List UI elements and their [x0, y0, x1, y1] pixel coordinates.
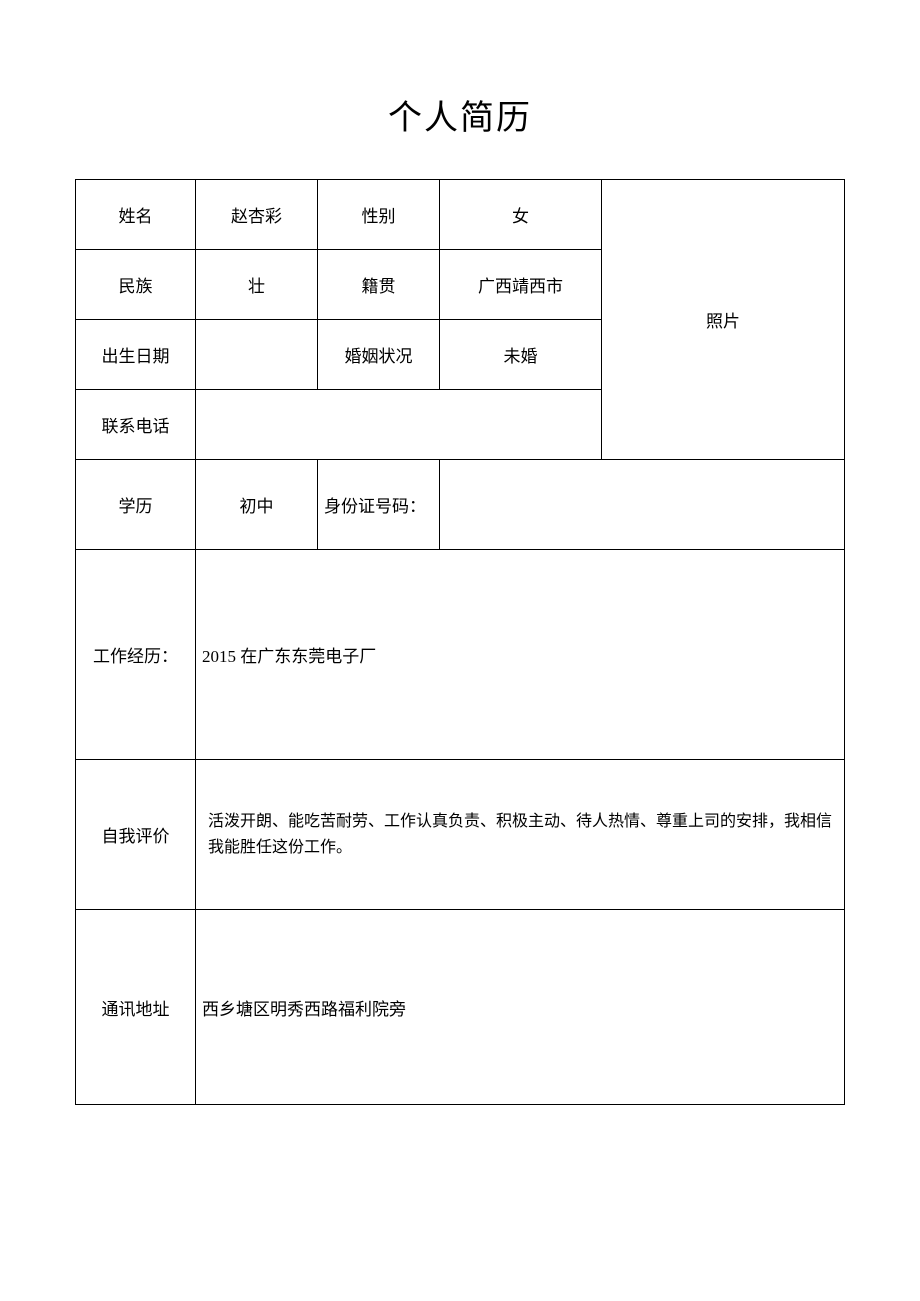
resume-table: 姓名 赵杏彩 性别 女 照片 民族 壮 籍贯 广西靖西市 出生日期 婚姻状况 未… — [75, 179, 845, 1105]
label-origin: 籍贯 — [318, 250, 440, 320]
label-birth: 出生日期 — [76, 320, 196, 390]
label-idnum: 身份证号码： — [318, 460, 440, 550]
value-education: 初中 — [196, 460, 318, 550]
value-ethnicity: 壮 — [196, 250, 318, 320]
label-address: 通讯地址 — [76, 910, 196, 1105]
photo-cell: 照片 — [602, 180, 845, 460]
value-marital: 未婚 — [440, 320, 602, 390]
value-selfeval: 活泼开朗、能吃苦耐劳、工作认真负责、积极主动、待人热情、尊重上司的安排，我相信我… — [196, 760, 845, 910]
label-marital: 婚姻状况 — [318, 320, 440, 390]
value-gender: 女 — [440, 180, 602, 250]
page-title: 个人简历 — [75, 90, 845, 139]
value-phone — [196, 390, 602, 460]
value-origin: 广西靖西市 — [440, 250, 602, 320]
value-name: 赵杏彩 — [196, 180, 318, 250]
label-work: 工作经历： — [76, 550, 196, 760]
label-phone: 联系电话 — [76, 390, 196, 460]
value-birth — [196, 320, 318, 390]
value-idnum — [440, 460, 845, 550]
label-name: 姓名 — [76, 180, 196, 250]
value-work: 2015 在广东东莞电子厂 — [196, 550, 845, 760]
label-gender: 性别 — [318, 180, 440, 250]
label-selfeval: 自我评价 — [76, 760, 196, 910]
label-education: 学历 — [76, 460, 196, 550]
value-address: 西乡塘区明秀西路福利院旁 — [196, 910, 845, 1105]
label-ethnicity: 民族 — [76, 250, 196, 320]
